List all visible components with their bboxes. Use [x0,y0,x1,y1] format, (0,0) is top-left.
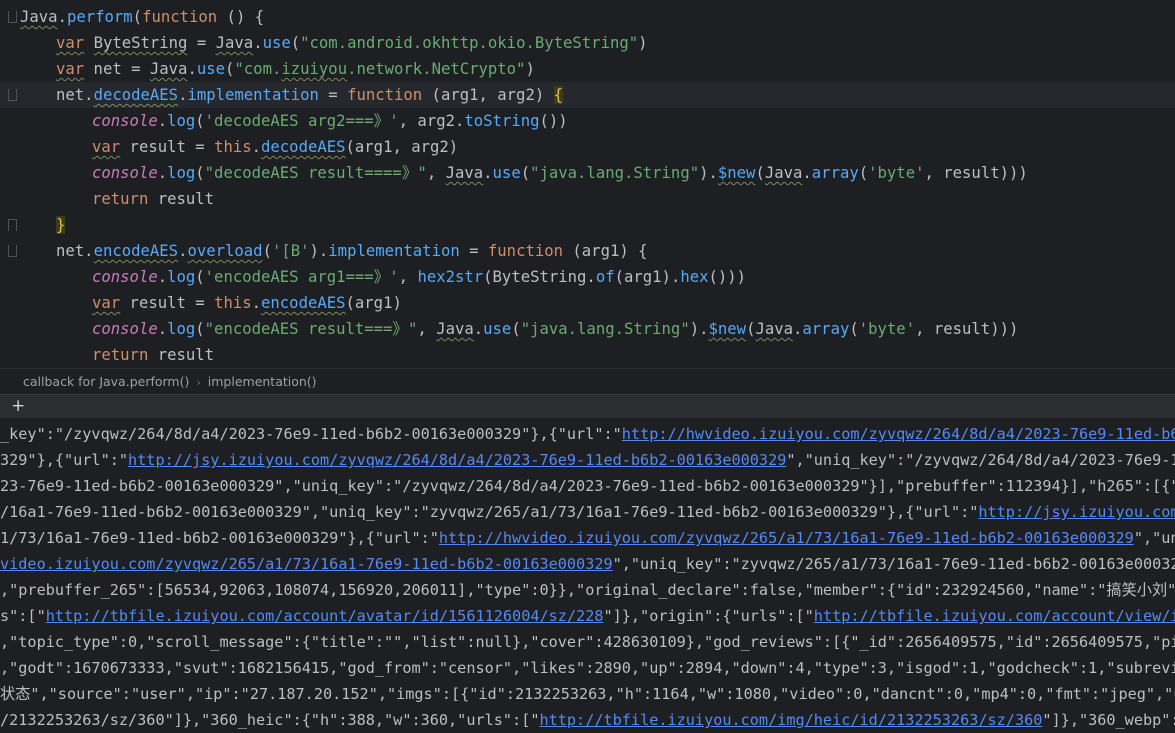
fold-marker-icon[interactable] [8,89,17,101]
breadcrumb-separator-chevron: › [196,376,201,389]
fold-marker-icon[interactable] [8,219,17,231]
code-text: net.decodeAES.implementation = function … [56,86,563,104]
code-line[interactable]: Java.perform(function () { [0,4,1175,30]
terminal-text: 状态","source":"user","ip":"27.187.20.152"… [0,685,1175,703]
code-line[interactable]: console.log('decodeAES arg2===》', arg2.t… [0,108,1175,134]
terminal-text: ,"topic_type":0,"scroll_message":{"title… [0,633,1175,651]
terminal-toolbar: + [0,394,1175,418]
terminal-link[interactable]: http://jsy.izuiyou.com/zyvqwz/264/8d/a4/… [128,451,786,469]
fold-marker-icon[interactable] [8,245,17,257]
code-line[interactable]: var result = this.encodeAES(arg1) [0,290,1175,316]
terminal-link[interactable]: http://hwvideo.izuiyou.com/zyvqwz/264/8d… [622,425,1175,443]
terminal-text: "]},"origin":{"urls":[" [603,607,814,625]
terminal-text: "]},"360_webp":{" [1042,711,1175,729]
code-text: } [56,216,66,234]
add-tab-button[interactable]: + [11,396,25,416]
terminal-output[interactable]: _key":"/zyvqwz/264/8d/a4/2023-76e9-11ed-… [0,418,1175,733]
breadcrumb-item-implementation[interactable]: implementation() [208,374,317,389]
code-line[interactable]: var ByteString = Java.use("com.android.o… [0,30,1175,56]
terminal-text: ,"prebuffer_265":[56534,92063,108074,156… [0,581,1175,599]
code-text: return result [92,190,215,208]
code-line[interactable]: } [0,212,1175,238]
code-line[interactable]: return result [0,342,1175,368]
terminal-line: s":["http://tbfile.izuiyou.com/account/a… [0,603,1175,629]
terminal-text: 329"},{"url":" [0,451,129,469]
terminal-text: ","uniq [1133,529,1175,547]
terminal-text: s":[" [0,607,46,625]
terminal-line: _key":"/zyvqwz/264/8d/a4/2023-76e9-11ed-… [0,421,1175,447]
terminal-line: /16a1-76e9-11ed-b6b2-00163e000329","uniq… [0,499,1175,525]
code-text: console.log("encodeAES result===》", Java… [92,320,1019,338]
terminal-line: ,"godt":1670673333,"svut":1682156415,"go… [0,655,1175,681]
code-text: var result = this.decodeAES(arg1, arg2) [92,138,459,156]
terminal-link[interactable]: http://tbfile.izuiyou.com/account/avatar… [46,607,604,625]
code-text: console.log('encodeAES arg1===》', hex2st… [92,268,747,286]
code-text: var ByteString = Java.use("com.android.o… [56,34,648,52]
code-line[interactable]: var result = this.decodeAES(arg1, arg2) [0,134,1175,160]
code-text: var result = this.encodeAES(arg1) [92,294,402,312]
code-text: return result [92,346,215,364]
breadcrumb-item-callback[interactable]: callback for Java.perform() [23,374,189,389]
terminal-link[interactable]: http://tbfile.izuiyou.com/account/view/i… [814,607,1175,625]
terminal-link[interactable]: http://tbfile.izuiyou.com/img/heic/id/21… [539,711,1042,729]
terminal-text: ","uniq_key":"/zyvqwz/264/8d/a4/2023-76e… [786,451,1175,469]
terminal-line: /2132253263/sz/360"]},"360_heic":{"h":38… [0,707,1175,733]
terminal-text: ","uniq_key":"zyvqwz/265/a1/73/16a1-76e9… [612,555,1175,573]
fold-marker-icon[interactable] [8,11,17,23]
terminal-text: /16a1-76e9-11ed-b6b2-00163e000329","uniq… [0,503,979,521]
terminal-link[interactable]: http://hwvideo.izuiyou.com/zyvqwz/265/a1… [439,529,1134,547]
terminal-line: 329"},{"url":"http://jsy.izuiyou.com/zyv… [0,447,1175,473]
code-line[interactable]: net.decodeAES.implementation = function … [0,82,1175,108]
code-line[interactable]: var net = Java.use("com.izuiyou.network.… [0,56,1175,82]
terminal-text: 23-76e9-11ed-b6b2-00163e000329","uniq_ke… [0,477,1175,495]
code-text: console.log('decodeAES arg2===》', arg2.t… [92,112,568,130]
terminal-link[interactable]: http://jsy.izuiyou.com/z [978,503,1175,521]
terminal-line: ,"topic_type":0,"scroll_message":{"title… [0,629,1175,655]
terminal-text: /2132253263/sz/360"]},"360_heic":{"h":38… [0,711,540,729]
terminal-text: ,"godt":1670673333,"svut":1682156415,"go… [0,659,1175,677]
terminal-line: 状态","source":"user","ip":"27.187.20.152"… [0,681,1175,707]
terminal-link[interactable]: video.izuiyou.com/zyvqwz/265/a1/73/16a1-… [0,555,613,573]
code-line[interactable]: console.log('encodeAES arg1===》', hex2st… [0,264,1175,290]
terminal-line: 23-76e9-11ed-b6b2-00163e000329","uniq_ke… [0,473,1175,499]
code-line[interactable]: net.encodeAES.overload('[B').implementat… [0,238,1175,264]
code-text: net.encodeAES.overload('[B').implementat… [56,242,648,260]
terminal-text: 1/73/16a1-76e9-11ed-b6b2-00163e000329"},… [0,529,439,547]
terminal-line: ,"prebuffer_265":[56534,92063,108074,156… [0,577,1175,603]
code-editor[interactable]: Java.perform(function () { var ByteString… [0,0,1175,368]
code-text: console.log("decodeAES result====》", Jav… [92,164,1028,182]
code-line[interactable]: console.log("decodeAES result====》", Jav… [0,160,1175,186]
code-text: var net = Java.use("com.izuiyou.network.… [56,60,535,78]
terminal-line: 1/73/16a1-76e9-11ed-b6b2-00163e000329"},… [0,525,1175,551]
terminal-line: video.izuiyou.com/zyvqwz/265/a1/73/16a1-… [0,551,1175,577]
code-line[interactable]: return result [0,186,1175,212]
code-line[interactable]: console.log("encodeAES result===》", Java… [0,316,1175,342]
breadcrumb: callback for Java.perform() › implementati… [0,368,1175,394]
code-text: Java.perform(function () { [20,8,265,26]
terminal-text: _key":"/zyvqwz/264/8d/a4/2023-76e9-11ed-… [0,425,622,443]
